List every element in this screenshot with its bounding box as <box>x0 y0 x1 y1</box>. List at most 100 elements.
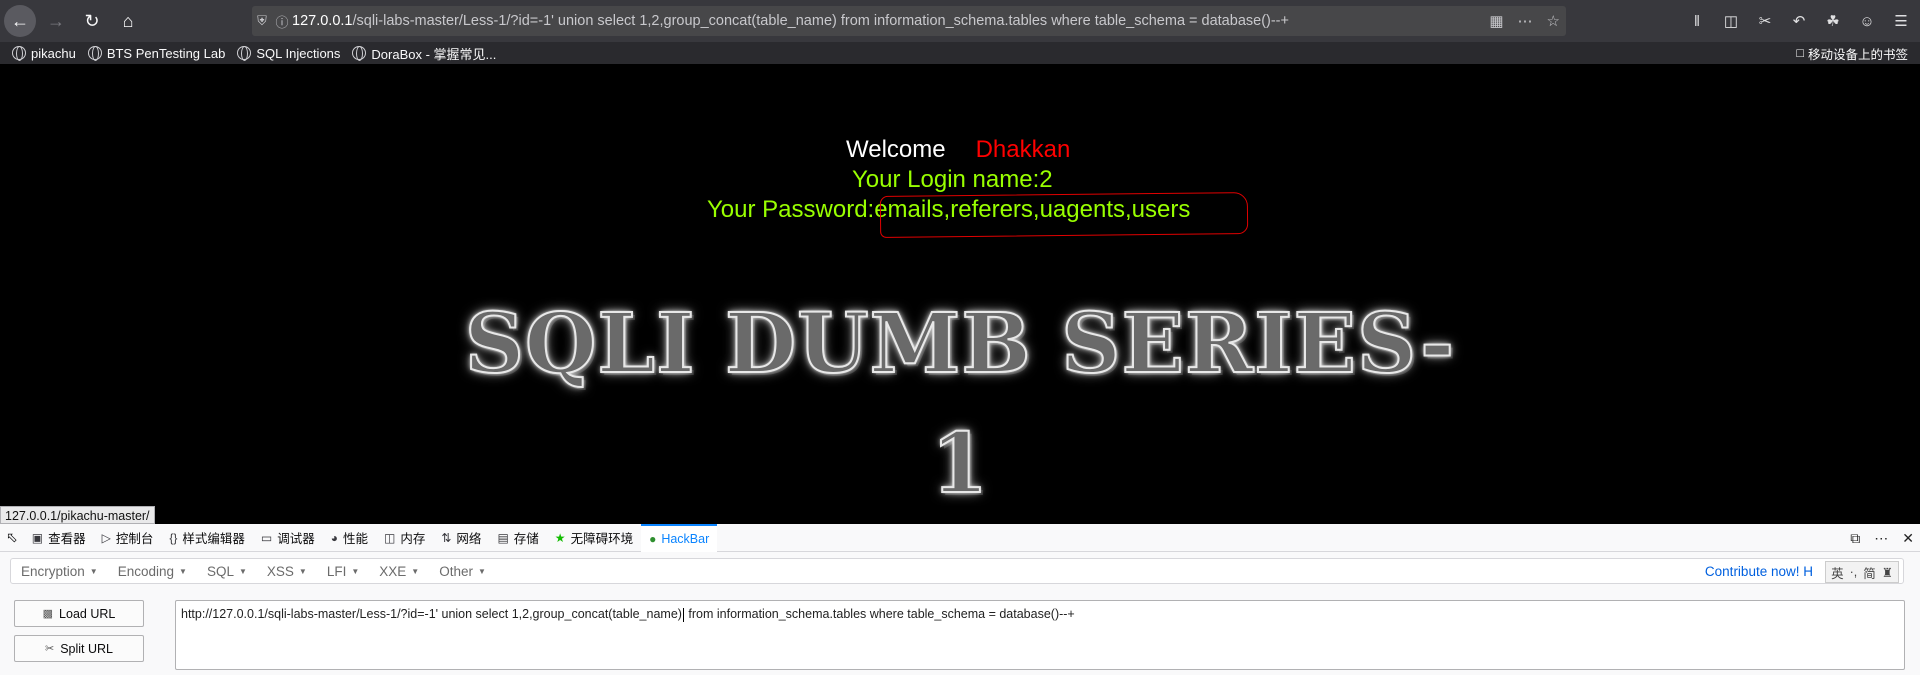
chevron-down-icon: ▼ <box>89 566 98 576</box>
dock-icon[interactable]: ⧉ <box>1850 530 1860 547</box>
screenshot-icon[interactable]: ✂ <box>1754 12 1776 30</box>
ime-punct: ·, <box>1849 565 1858 579</box>
menu-lfi[interactable]: LFI ▼ <box>317 564 369 579</box>
tab-label: 内存 <box>400 532 426 546</box>
element-picker-button[interactable]: ⬁ <box>0 524 24 552</box>
close-icon[interactable]: ✕ <box>1902 530 1914 547</box>
bookmark-item[interactable]: BTS PenTesting Lab <box>87 45 226 61</box>
tab-performance[interactable]: ◕ 性能 <box>323 524 376 552</box>
contribute-text: Contribute now! <box>1704 564 1800 579</box>
bookmark-label: BTS PenTesting Lab <box>106 45 226 61</box>
url-text-before-caret: http://127.0.0.1/sqli-labs-master/Less-1… <box>181 607 682 621</box>
tab-debugger[interactable]: ▭ 调试器 <box>253 524 323 552</box>
load-url-button[interactable]: ▩ Load URL <box>14 600 144 627</box>
inspector-icon: ▣ <box>31 530 44 545</box>
folder-icon: □ <box>1796 46 1804 60</box>
menu-xss[interactable]: XSS ▼ <box>257 564 317 579</box>
split-url-button[interactable]: ✂ Split URL <box>14 635 144 662</box>
tab-label: 样式编辑器 <box>182 532 245 546</box>
bookmark-label: pikachu <box>31 45 76 61</box>
chevron-down-icon: ▼ <box>351 566 360 576</box>
browser-toolbar: ← → ↻ ⌂ ⛨ ⓘ 127.0.0.1/sqli-labs-master/L… <box>0 0 1920 42</box>
menu-other[interactable]: Other ▼ <box>429 564 496 579</box>
chevron-down-icon: ▼ <box>298 566 307 576</box>
menu-sql[interactable]: SQL ▼ <box>197 564 257 579</box>
menu-label: Encryption <box>21 563 85 579</box>
menu-encryption[interactable]: Encryption ▼ <box>11 564 108 579</box>
load-icon: ▩ <box>42 608 54 620</box>
shield-icon[interactable]: ⛨ <box>252 13 272 29</box>
tab-hackbar[interactable]: ● HackBar <box>641 523 718 552</box>
contribute-link[interactable]: Contribute now! H <box>1705 559 1813 585</box>
tab-label: 网络 <box>456 532 482 546</box>
style-editor-icon: {} <box>169 530 178 545</box>
red-annotation-outline <box>879 192 1249 238</box>
mobile-bookmarks-label: 移动设备上的书签 <box>1807 47 1908 62</box>
globe-icon <box>352 46 367 61</box>
home-button[interactable]: ⌂ <box>112 5 144 37</box>
bookmark-item[interactable]: DoraBox - 掌握常见... <box>352 44 496 63</box>
account-icon[interactable]: ☺ <box>1856 13 1878 30</box>
mobile-bookmarks[interactable]: □ 移动设备上的书签 <box>1796 42 1908 64</box>
url-path: /sqli-labs-master/Less-1/?id=-1' union s… <box>352 13 1289 29</box>
tab-label: 性能 <box>342 532 368 546</box>
tab-label: 调试器 <box>277 532 315 546</box>
shirt-icon: ♜ <box>1881 565 1893 580</box>
menu-label: SQL <box>206 563 234 579</box>
accessibility-icon: ★ <box>554 530 566 545</box>
arrow-left-icon: ← <box>11 10 29 31</box>
tab-accessibility[interactable]: ★ 无障碍环境 <box>547 524 641 552</box>
picker-icon: ⬁ <box>6 529 18 545</box>
reload-button[interactable]: ↻ <box>76 5 108 37</box>
library-icon[interactable]: ‖ <box>1686 13 1708 30</box>
chevron-down-icon: ▼ <box>411 566 420 576</box>
url-host: 127.0.0.1 <box>292 13 353 29</box>
extension-icon[interactable]: ☘ <box>1822 12 1844 30</box>
info-icon[interactable]: ⓘ <box>272 12 292 31</box>
tab-storage[interactable]: ▤ 存储 <box>489 524 546 552</box>
ime-simplified: 简 <box>1863 566 1876 581</box>
welcome-line: Welcome Dhakkan <box>846 136 1070 164</box>
welcome-text: Welcome <box>846 136 946 163</box>
back-button[interactable]: ← <box>4 5 36 37</box>
toolbar-right: ‖ ◫ ✂ ↶ ☘ ☺ ☰ <box>1686 5 1912 37</box>
tab-inspector[interactable]: ▣ 查看器 <box>24 524 94 552</box>
url-bar[interactable]: ⛨ ⓘ 127.0.0.1/sqli-labs-master/Less-1/?i… <box>252 6 1566 36</box>
tab-console[interactable]: ▷ 控制台 <box>94 524 162 552</box>
tab-style-editor[interactable]: {} 样式编辑器 <box>161 524 253 552</box>
page-actions-icon[interactable]: ⋯ <box>1518 12 1533 30</box>
globe-icon <box>237 46 252 61</box>
tab-label: 控制台 <box>115 532 154 546</box>
ime-indicator[interactable]: 英 ·, 简 ♜ <box>1825 561 1899 583</box>
sidebar-icon[interactable]: ◫ <box>1720 12 1742 30</box>
tab-network[interactable]: ⇅ 网络 <box>433 524 489 552</box>
url-bar-actions: ▦ ⋯ ☆ <box>1489 6 1560 36</box>
forward-button[interactable]: → <box>40 5 72 37</box>
page-content: Welcome Dhakkan Your Login name:2 Your Pa… <box>0 64 1920 524</box>
devtools-panel: ⬁ ▣ 查看器 ▷ 控制台 {} 样式编辑器 ▭ 调试器 ◕ 性能 ◫ 内存 ⇅ 网络 ▤ 存储… <box>0 523 1920 675</box>
chevron-down-icon: ▼ <box>477 566 486 576</box>
bookmark-label: SQL Injections <box>256 45 341 61</box>
menu-encoding[interactable]: Encoding ▼ <box>108 564 197 579</box>
undo-icon[interactable]: ↶ <box>1788 12 1810 30</box>
bookmark-star-icon[interactable]: ☆ <box>1547 12 1560 30</box>
bookmark-item[interactable]: pikachu <box>12 46 76 61</box>
load-url-label: Load URL <box>59 606 116 621</box>
arrow-right-icon: → <box>47 10 65 31</box>
url-textarea[interactable]: http://127.0.0.1/sqli-labs-master/Less-1… <box>175 600 1905 670</box>
series-banner: SQLI DUMB SERIES-1 <box>464 295 1456 513</box>
menu-xxe[interactable]: XXE ▼ <box>369 564 429 579</box>
contribute-tail: H <box>1803 564 1813 579</box>
menu-label: XXE <box>379 563 407 579</box>
tab-memory[interactable]: ◫ 内存 <box>376 524 433 552</box>
welcome-user: Dhakkan <box>975 136 1071 163</box>
menu-label: LFI <box>326 563 347 579</box>
console-icon: ▷ <box>101 530 111 545</box>
qr-code-icon[interactable]: ▦ <box>1489 12 1503 30</box>
login-name-line: Your Login name:2 <box>852 166 1053 193</box>
browser-window: ← → ↻ ⌂ ⛨ ⓘ 127.0.0.1/sqli-labs-master/L… <box>0 0 1920 675</box>
chevron-down-icon: ▼ <box>179 566 187 576</box>
more-options-icon[interactable]: ⋯ <box>1874 530 1888 547</box>
bookmark-item[interactable]: SQL Injections <box>237 46 340 61</box>
menu-icon[interactable]: ☰ <box>1890 12 1912 30</box>
